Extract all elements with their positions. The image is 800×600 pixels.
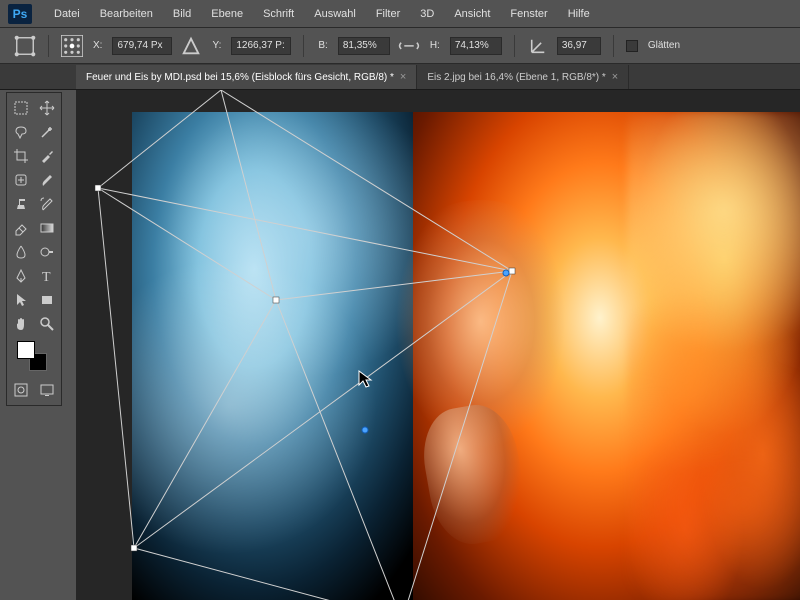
separator (613, 35, 614, 57)
reference-point-icon[interactable] (61, 35, 83, 57)
height-input[interactable] (450, 37, 502, 55)
magic-wand-tool[interactable] (35, 121, 59, 143)
document-tabs: Feuer und Eis by MDI.psd bei 15,6% (Eisb… (0, 64, 800, 90)
dodge-tool[interactable] (35, 241, 59, 263)
menu-filter[interactable]: Filter (366, 4, 410, 24)
delta-icon[interactable] (180, 35, 202, 57)
h-label: H: (430, 40, 440, 51)
w-label: B: (318, 40, 327, 51)
separator (48, 35, 49, 57)
menu-image[interactable]: Bild (163, 4, 201, 24)
type-tool[interactable]: T (35, 265, 59, 287)
x-label: X: (93, 40, 102, 51)
hand-tool[interactable] (9, 313, 33, 335)
blur-tool[interactable] (9, 241, 33, 263)
color-swatches (9, 337, 59, 377)
app-logo: Ps (8, 4, 32, 24)
cursor-icon (358, 370, 374, 390)
angle-icon[interactable] (527, 35, 549, 57)
menu-select[interactable]: Auswahl (304, 4, 366, 24)
clone-stamp-tool[interactable] (9, 193, 33, 215)
menu-3d[interactable]: 3D (410, 4, 444, 24)
menu-help[interactable]: Hilfe (558, 4, 600, 24)
menu-file[interactable]: Datei (44, 4, 90, 24)
separator (303, 35, 304, 57)
y-label: Y: (212, 40, 221, 51)
separator (514, 35, 515, 57)
menu-layer[interactable]: Ebene (201, 4, 253, 24)
marquee-tool[interactable] (9, 97, 33, 119)
x-input[interactable] (112, 37, 172, 55)
transform-tool-icon[interactable] (14, 35, 36, 57)
tab-document-2[interactable]: Eis 2.jpg bei 16,4% (Ebene 1, RGB/8*) * … (417, 65, 629, 89)
antialias-checkbox[interactable] (626, 40, 638, 52)
close-icon[interactable]: × (400, 71, 406, 83)
healing-brush-tool[interactable] (9, 169, 33, 191)
artwork-image (132, 112, 800, 600)
gradient-tool[interactable] (35, 217, 59, 239)
history-brush-tool[interactable] (35, 193, 59, 215)
close-icon[interactable]: × (612, 71, 618, 83)
options-bar: X: Y: B: H: Glätten (0, 28, 800, 64)
app-logo-text: Ps (13, 7, 28, 21)
menu-view[interactable]: Ansicht (444, 4, 500, 24)
y-input[interactable] (231, 37, 291, 55)
tab-label: Feuer und Eis by MDI.psd bei 15,6% (Eisb… (86, 72, 394, 83)
width-input[interactable] (338, 37, 390, 55)
angle-input[interactable] (557, 37, 601, 55)
eraser-tool[interactable] (9, 217, 33, 239)
rectangle-tool[interactable] (35, 289, 59, 311)
path-selection-tool[interactable] (9, 289, 33, 311)
document-canvas[interactable] (132, 112, 800, 600)
lasso-tool[interactable] (9, 121, 33, 143)
menu-type[interactable]: Schrift (253, 4, 304, 24)
screen-mode-toggle[interactable] (35, 379, 59, 401)
tab-label: Eis 2.jpg bei 16,4% (Ebene 1, RGB/8*) * (427, 72, 605, 83)
zoom-tool[interactable] (35, 313, 59, 335)
quick-mask-toggle[interactable] (9, 379, 33, 401)
eyedropper-tool[interactable] (35, 145, 59, 167)
menu-bar: Ps Datei Bearbeiten Bild Ebene Schrift A… (0, 0, 800, 28)
menu-window[interactable]: Fenster (500, 4, 557, 24)
link-icon[interactable] (398, 35, 420, 57)
antialias-label: Glätten (648, 40, 680, 51)
menu-edit[interactable]: Bearbeiten (90, 4, 163, 24)
crop-tool[interactable] (9, 145, 33, 167)
svg-text:T: T (42, 270, 51, 284)
brush-tool[interactable] (35, 169, 59, 191)
toolbox: T (6, 92, 62, 406)
canvas-area[interactable] (76, 90, 800, 600)
foreground-color-swatch[interactable] (17, 341, 35, 359)
move-tool[interactable] (35, 97, 59, 119)
pen-tool[interactable] (9, 265, 33, 287)
tab-document-1[interactable]: Feuer und Eis by MDI.psd bei 15,6% (Eisb… (76, 65, 417, 89)
